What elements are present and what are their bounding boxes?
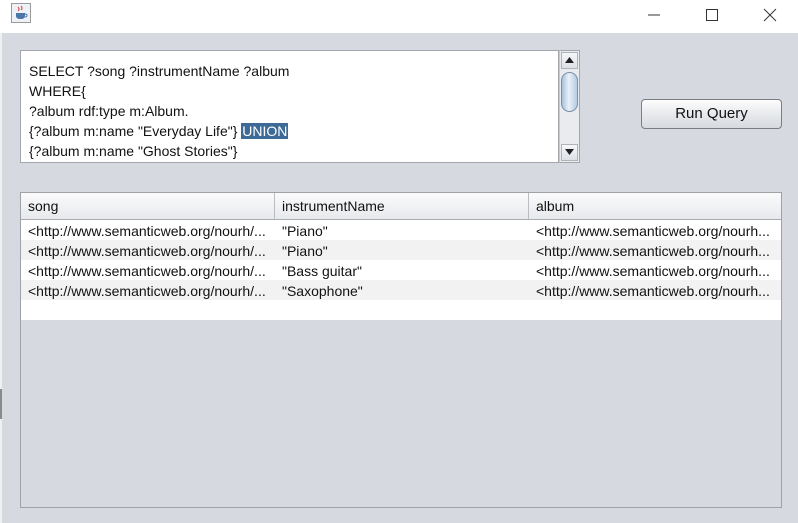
table-cell: <http://www.semanticweb.org/nourh... <box>536 243 770 259</box>
table-cell: "Piano" <box>282 243 328 259</box>
query-line: {?album m:name "Everyday Life"} UNION <box>29 123 289 139</box>
table-row[interactable]: <http://www.semanticweb.org/nourh/... "S… <box>21 280 781 300</box>
table-cell: <http://www.semanticweb.org/nourh/... <box>28 263 266 279</box>
query-lines: SELECT ?song ?instrumentName ?album WHER… <box>29 61 289 161</box>
table-cell: <http://www.semanticweb.org/nourh... <box>536 263 770 279</box>
arrow-down-icon <box>565 149 574 155</box>
table-row[interactable]: <http://www.semanticweb.org/nourh/... "P… <box>21 220 781 240</box>
query-scrollbar[interactable] <box>559 50 580 163</box>
table-cell: "Bass guitar" <box>282 263 362 279</box>
query-line: WHERE{ <box>29 83 86 99</box>
table-row[interactable]: <http://www.semanticweb.org/nourh/... "P… <box>21 240 781 260</box>
table-cell: <http://www.semanticweb.org/nourh/... <box>28 243 266 259</box>
maximize-icon <box>706 9 718 21</box>
table-cell: "Saxophone" <box>282 283 363 299</box>
query-line: SELECT ?song ?instrumentName ?album <box>29 63 290 79</box>
query-textarea[interactable]: SELECT ?song ?instrumentName ?album WHER… <box>20 50 559 163</box>
selected-text: UNION <box>241 123 289 139</box>
table-body: <http://www.semanticweb.org/nourh/... "P… <box>21 220 781 320</box>
column-header-album[interactable]: album <box>529 193 781 219</box>
scroll-up-button[interactable] <box>561 52 578 69</box>
java-cup-icon[interactable] <box>11 3 31 23</box>
column-header-instrument-name[interactable]: instrumentName <box>275 193 529 219</box>
arrow-up-icon <box>565 57 574 63</box>
run-query-button[interactable]: Run Query <box>641 99 782 129</box>
table-cell: <http://www.semanticweb.org/nourh/... <box>28 283 266 299</box>
query-line: {?album m:name "Ghost Stories"} <box>29 143 238 159</box>
table-cell: <http://www.semanticweb.org/nourh... <box>536 283 770 299</box>
table-cell: "Piano" <box>282 223 328 239</box>
minimize-icon <box>648 14 660 16</box>
column-header-song[interactable]: song <box>21 193 275 219</box>
query-line: ?album rdf:type m:Album. <box>29 103 189 119</box>
table-cell: <http://www.semanticweb.org/nourh/... <box>28 223 266 239</box>
maximize-button[interactable] <box>683 0 741 31</box>
results-table: song instrumentName album <http://www.se… <box>20 192 782 508</box>
table-header: song instrumentName album <box>21 193 781 220</box>
table-cell: <http://www.semanticweb.org/nourh... <box>536 223 770 239</box>
minimize-button[interactable] <box>625 0 683 31</box>
table-row[interactable]: <http://www.semanticweb.org/nourh/... "B… <box>21 260 781 280</box>
close-button[interactable] <box>741 0 798 31</box>
close-icon <box>763 8 777 22</box>
scroll-thumb[interactable] <box>561 72 578 112</box>
title-bar <box>0 0 798 31</box>
scroll-down-button[interactable] <box>561 144 578 161</box>
